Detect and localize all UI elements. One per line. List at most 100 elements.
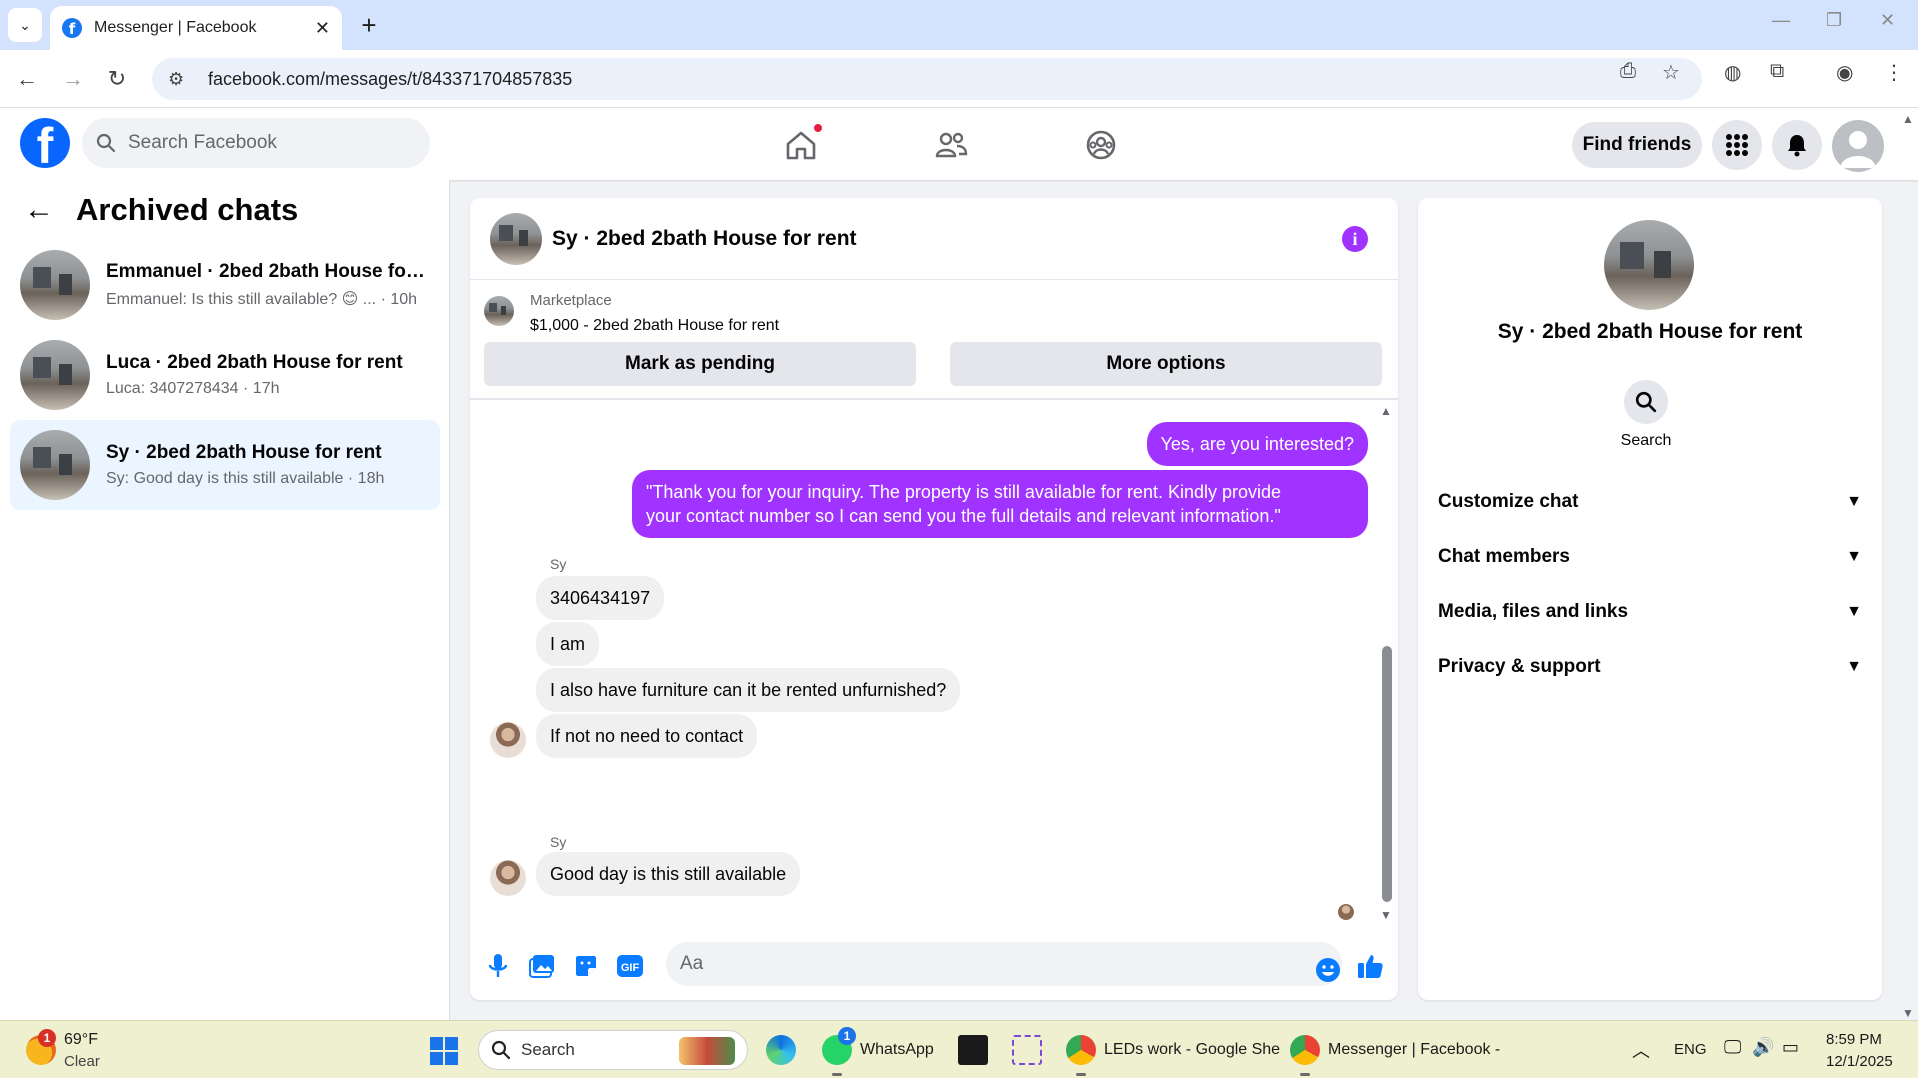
privacy-support-section[interactable]: Privacy & support ▼ [1438, 647, 1862, 687]
chrome-icon[interactable] [1066, 1035, 1096, 1065]
taskbar-search-box[interactable]: Search [478, 1030, 748, 1070]
gif-icon[interactable]: GIF [614, 950, 646, 982]
clock-date[interactable]: 12/1/2025 [1826, 1053, 1893, 1070]
back-arrow-icon[interactable]: ← [24, 193, 54, 227]
browser-tab-messenger[interactable]: f Messenger | Facebook ✕ [50, 6, 342, 50]
svg-text:GIF: GIF [621, 962, 640, 974]
sticky-notes-icon[interactable] [958, 1035, 988, 1065]
outgoing-message[interactable]: "Thank you for your inquiry. The propert… [632, 470, 1368, 538]
chat-profile-picture[interactable] [1604, 220, 1694, 310]
tab-search-button[interactable]: ⌄ [8, 8, 42, 42]
messenger-window-label[interactable]: Messenger | Facebook - [1328, 1041, 1500, 1059]
info-icon[interactable]: i [1342, 226, 1368, 252]
windows-start-icon[interactable] [430, 1037, 458, 1065]
message-line: your contact number so I can send you th… [646, 506, 1281, 526]
chevron-up-icon[interactable]: ︿ [1632, 1037, 1650, 1063]
search-icon [1635, 391, 1657, 413]
battery-icon[interactable]: ▭ [1782, 1037, 1799, 1058]
new-tab-button[interactable]: + [352, 8, 386, 42]
scroll-down-icon[interactable]: ▼ [1380, 908, 1392, 922]
forward-arrow-icon[interactable]: → [58, 64, 88, 94]
find-friends-button[interactable]: Find friends [1572, 122, 1702, 168]
marketplace-listing[interactable]: Marketplace $1,000 - 2bed 2bath House fo… [484, 292, 779, 335]
weather-desc[interactable]: Clear [64, 1053, 100, 1070]
chat-avatar [20, 430, 90, 500]
incoming-message[interactable]: If not no need to contact [536, 714, 758, 758]
conversation-panel: Sy · 2bed 2bath House for rent i Marketp… [470, 198, 1398, 1000]
minimize-icon[interactable]: — [1772, 10, 1790, 31]
globe-icon[interactable]: ◍ [1724, 60, 1741, 85]
address-bar[interactable]: ⚙ facebook.com/messages/t/84337170485783… [152, 58, 1702, 100]
chat-avatar [20, 250, 90, 320]
page-scrollbar[interactable]: ▲ ▼ [1900, 112, 1916, 1020]
section-label: Privacy & support [1438, 656, 1601, 677]
scroll-up-icon[interactable]: ▲ [1902, 112, 1914, 126]
conversation-title[interactable]: Sy · 2bed 2bath House for rent [552, 227, 857, 251]
profile-icon[interactable]: ◉ [1836, 60, 1853, 85]
outgoing-message[interactable]: Yes, are you interested? [1146, 422, 1368, 466]
extensions-icon[interactable]: ⧉ [1770, 60, 1784, 83]
snipping-tool-icon[interactable] [1012, 1035, 1042, 1065]
media-files-links-section[interactable]: Media, files and links ▼ [1438, 592, 1862, 632]
sender-avatar[interactable] [490, 722, 526, 758]
bookmark-star-icon[interactable]: ☆ [1662, 60, 1680, 85]
chat-item-luca[interactable]: Luca · 2bed 2bath House for rent Luca: 3… [10, 332, 440, 418]
marketplace-label: Marketplace [530, 292, 612, 309]
chat-item-emmanuel[interactable]: Emmanuel · 2bed 2bath House for rent Emm… [10, 242, 440, 328]
menu-grid-button[interactable] [1712, 120, 1762, 170]
conversation-avatar[interactable] [490, 212, 542, 265]
install-app-icon[interactable]: ⎙ [1620, 60, 1636, 83]
language-indicator[interactable]: ENG [1674, 1041, 1707, 1058]
home-notification-dot [812, 122, 824, 134]
incoming-message[interactable]: 3406434197 [536, 576, 665, 620]
sheets-window-label[interactable]: LEDs work - Google She [1104, 1041, 1280, 1059]
network-icon[interactable]: 🖵 [1724, 1037, 1741, 1058]
facebook-search-input[interactable]: Search Facebook [82, 118, 430, 168]
notifications-button[interactable] [1772, 120, 1822, 170]
weather-badge: 1 [38, 1029, 56, 1047]
clock-time[interactable]: 8:59 PM [1826, 1031, 1882, 1048]
volume-icon[interactable]: 🔊 [1752, 1037, 1774, 1058]
groups-nav-icon[interactable] [1078, 122, 1124, 168]
weather-temp[interactable]: 69°F [64, 1031, 98, 1049]
sender-avatar[interactable] [490, 860, 526, 896]
mark-as-pending-button[interactable]: Mark as pending [484, 342, 916, 386]
whatsapp-label[interactable]: WhatsApp [860, 1041, 934, 1059]
taskbar-search-label: Search [521, 1040, 575, 1059]
chat-name: Sy · 2bed 2bath House for rent [106, 442, 382, 463]
scroll-up-icon[interactable]: ▲ [1380, 404, 1392, 418]
edge-browser-icon[interactable] [766, 1035, 796, 1065]
grid-icon [1726, 134, 1748, 156]
menu-dots-icon[interactable]: ⋮ [1884, 60, 1904, 85]
sender-name: Sy [550, 556, 567, 572]
facebook-logo-icon[interactable]: f [20, 118, 70, 168]
emoji-icon[interactable] [1312, 954, 1344, 986]
chat-members-section[interactable]: Chat members ▼ [1438, 537, 1862, 577]
site-info-icon[interactable]: ⚙ [168, 69, 190, 90]
facebook-favicon-icon: f [62, 18, 82, 38]
scroll-down-icon[interactable]: ▼ [1902, 1006, 1914, 1020]
incoming-message[interactable]: I also have furniture can it be rented u… [536, 668, 961, 712]
chat-item-sy[interactable]: Sy · 2bed 2bath House for rent Sy: Good … [10, 420, 440, 510]
whatsapp-badge: 1 [838, 1027, 856, 1045]
customize-chat-section[interactable]: Customize chat ▼ [1438, 482, 1862, 522]
photo-icon[interactable] [526, 950, 558, 982]
incoming-message[interactable]: Good day is this still available [536, 852, 801, 896]
message-input[interactable]: Aa [666, 942, 1342, 986]
account-avatar[interactable] [1832, 120, 1884, 172]
chrome-icon[interactable] [1290, 1035, 1320, 1065]
close-tab-icon[interactable]: ✕ [315, 18, 330, 39]
reload-icon[interactable]: ↻ [102, 64, 132, 94]
search-placeholder: Search Facebook [128, 132, 277, 153]
incoming-message[interactable]: I am [536, 622, 600, 666]
thumbs-up-icon[interactable] [1354, 950, 1386, 982]
friends-nav-icon[interactable] [928, 122, 974, 168]
close-window-icon[interactable]: ✕ [1880, 10, 1895, 31]
sticker-icon[interactable] [570, 950, 602, 982]
restore-icon[interactable]: ❐ [1826, 10, 1842, 31]
search-in-conversation-button[interactable] [1624, 380, 1668, 424]
microphone-icon[interactable] [482, 950, 514, 982]
more-options-button[interactable]: More options [950, 342, 1382, 386]
scrollbar-thumb[interactable] [1382, 646, 1392, 902]
back-arrow-icon[interactable]: ← [12, 64, 42, 94]
